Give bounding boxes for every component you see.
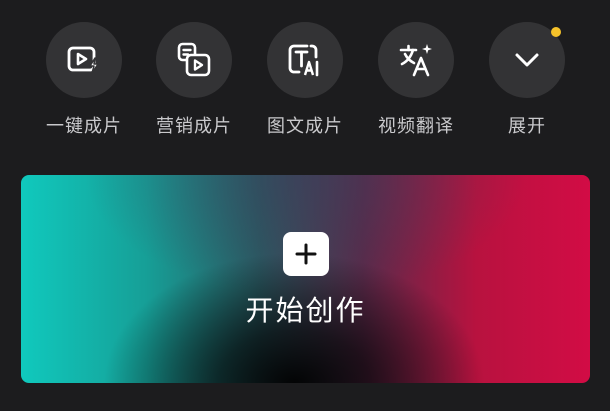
translate-icon <box>399 44 432 77</box>
tool-one-click-video[interactable]: 一键成片 <box>29 22 139 138</box>
tool-expand-label: 展开 <box>508 116 546 137</box>
tool-expand-button[interactable] <box>489 22 565 98</box>
start-creating-label: 开始创作 <box>245 294 366 327</box>
tool-video-translate-label: 视频翻译 <box>378 116 454 137</box>
tool-video-translate-button[interactable] <box>378 22 454 98</box>
tool-video-translate[interactable]: 视频翻译 <box>361 22 471 138</box>
tool-marketing-video-button[interactable] <box>156 22 232 98</box>
chevron-down-icon <box>515 53 539 67</box>
plus-icon <box>295 243 317 265</box>
start-creating-button[interactable]: 开始创作 <box>21 175 590 383</box>
tool-marketing-video-label: 营销成片 <box>156 116 232 137</box>
tool-text-to-video[interactable]: 图文成片 <box>250 22 360 138</box>
tool-expand[interactable]: 展开 <box>472 22 582 138</box>
screen: 一键成片 营销成片 图文成片 视频翻译 展开 开始创作 <box>0 0 610 411</box>
tool-marketing-video[interactable]: 营销成片 <box>139 22 249 138</box>
tool-one-click-video-button[interactable] <box>46 22 122 98</box>
tool-text-to-video-button[interactable] <box>267 22 343 98</box>
notification-dot <box>551 27 561 37</box>
marketing-video-icon <box>177 42 211 77</box>
tool-one-click-video-label: 一键成片 <box>46 116 122 137</box>
text-ai-icon <box>288 44 319 77</box>
tool-text-to-video-label: 图文成片 <box>267 116 343 137</box>
quick-tools-bar: 一键成片 营销成片 图文成片 视频翻译 展开 <box>0 22 610 152</box>
play-bolt-icon <box>67 46 99 74</box>
plus-button[interactable] <box>283 232 329 276</box>
